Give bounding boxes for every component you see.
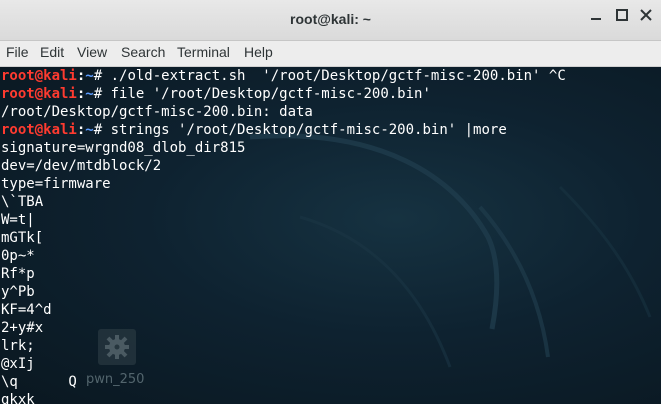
- command-line: root@kali:~# strings '/root/Desktop/gctf…: [1, 121, 566, 139]
- prompt-user: root@kali: [1, 122, 77, 138]
- line-text: type=firmware: [1, 176, 111, 192]
- line-text: lrk;: [1, 338, 35, 354]
- command-line: root@kali:~# ./old-extract.sh '/root/Des…: [1, 67, 566, 85]
- line-text: \`TBA: [1, 194, 44, 210]
- prompt-path: ~: [85, 86, 94, 102]
- line-text: y^Pb: [1, 284, 35, 300]
- line-text: W=t|: [1, 212, 35, 228]
- terminal-area[interactable]: pwn_250 root@kali:~# ./old-extract.sh '/…: [0, 67, 661, 404]
- menu-view[interactable]: View: [77, 44, 107, 60]
- line-text: KF=4^d: [1, 302, 52, 318]
- output-line: mGTk[: [1, 229, 566, 247]
- prompt-user: root@kali: [1, 86, 77, 102]
- menu-help[interactable]: Help: [244, 44, 273, 60]
- output-line: \`TBA: [1, 193, 566, 211]
- output-line: KF=4^d: [1, 301, 566, 319]
- output-line: gkxk: [1, 391, 566, 404]
- output-line: signature=wrgnd08_dlob_dir815: [1, 139, 566, 157]
- line-text: mGTk[: [1, 230, 44, 246]
- maximize-icon: [616, 9, 628, 21]
- line-text: 2+y#x: [1, 320, 44, 336]
- output-line: Rf*p: [1, 265, 566, 283]
- line-text: strings '/root/Desktop/gctf-misc-200.bin…: [110, 122, 507, 138]
- output-line: \q Q: [1, 373, 566, 391]
- output-line: 2+y#x: [1, 319, 566, 337]
- terminal-output: root@kali:~# ./old-extract.sh '/root/Des…: [1, 67, 566, 404]
- maximize-button[interactable]: [614, 7, 630, 23]
- line-text: gkxk: [1, 392, 35, 404]
- output-line: 0p~*: [1, 247, 566, 265]
- line-text: dev=/dev/mtdblock/2: [1, 158, 162, 174]
- output-line: @xIj: [1, 355, 566, 373]
- line-text: ./old-extract.sh '/root/Desktop/gctf-mis…: [110, 68, 566, 84]
- menu-edit[interactable]: Edit: [40, 44, 64, 60]
- line-text: file '/root/Desktop/gctf-misc-200.bin': [110, 86, 431, 102]
- minimize-icon: [591, 18, 601, 20]
- output-line: lrk;: [1, 337, 566, 355]
- menu-search[interactable]: Search: [121, 44, 165, 60]
- minimize-button[interactable]: [588, 7, 604, 23]
- line-text: 0p~*: [1, 248, 35, 264]
- line-text: \q Q: [1, 374, 77, 390]
- line-text: Rf*p: [1, 266, 35, 282]
- title-bar[interactable]: root@kali: ~: [0, 0, 661, 41]
- output-line: W=t|: [1, 211, 566, 229]
- prompt-user: root@kali: [1, 68, 77, 84]
- menu-terminal[interactable]: Terminal: [177, 44, 230, 60]
- terminal-window: root@kali: ~ File Edit View Search Termi…: [0, 0, 661, 404]
- prompt-path: ~: [85, 122, 94, 138]
- prompt-symbol: #: [93, 122, 111, 138]
- command-line: root@kali:~# file '/root/Desktop/gctf-mi…: [1, 85, 566, 103]
- output-line: type=firmware: [1, 175, 566, 193]
- line-text: @xIj: [1, 356, 35, 372]
- window-title: root@kali: ~: [290, 11, 371, 27]
- output-line: y^Pb: [1, 283, 566, 301]
- line-text: signature=wrgnd08_dlob_dir815: [1, 140, 246, 156]
- menu-file[interactable]: File: [6, 44, 29, 60]
- prompt-path: ~: [85, 68, 94, 84]
- menu-bar: File Edit View Search Terminal Help: [0, 41, 661, 67]
- prompt-symbol: #: [93, 68, 111, 84]
- output-line: /root/Desktop/gctf-misc-200.bin: data: [1, 103, 566, 121]
- close-button[interactable]: [638, 7, 654, 23]
- output-line: dev=/dev/mtdblock/2: [1, 157, 566, 175]
- close-icon: [640, 9, 652, 21]
- prompt-symbol: #: [93, 86, 111, 102]
- line-text: /root/Desktop/gctf-misc-200.bin: data: [1, 104, 313, 120]
